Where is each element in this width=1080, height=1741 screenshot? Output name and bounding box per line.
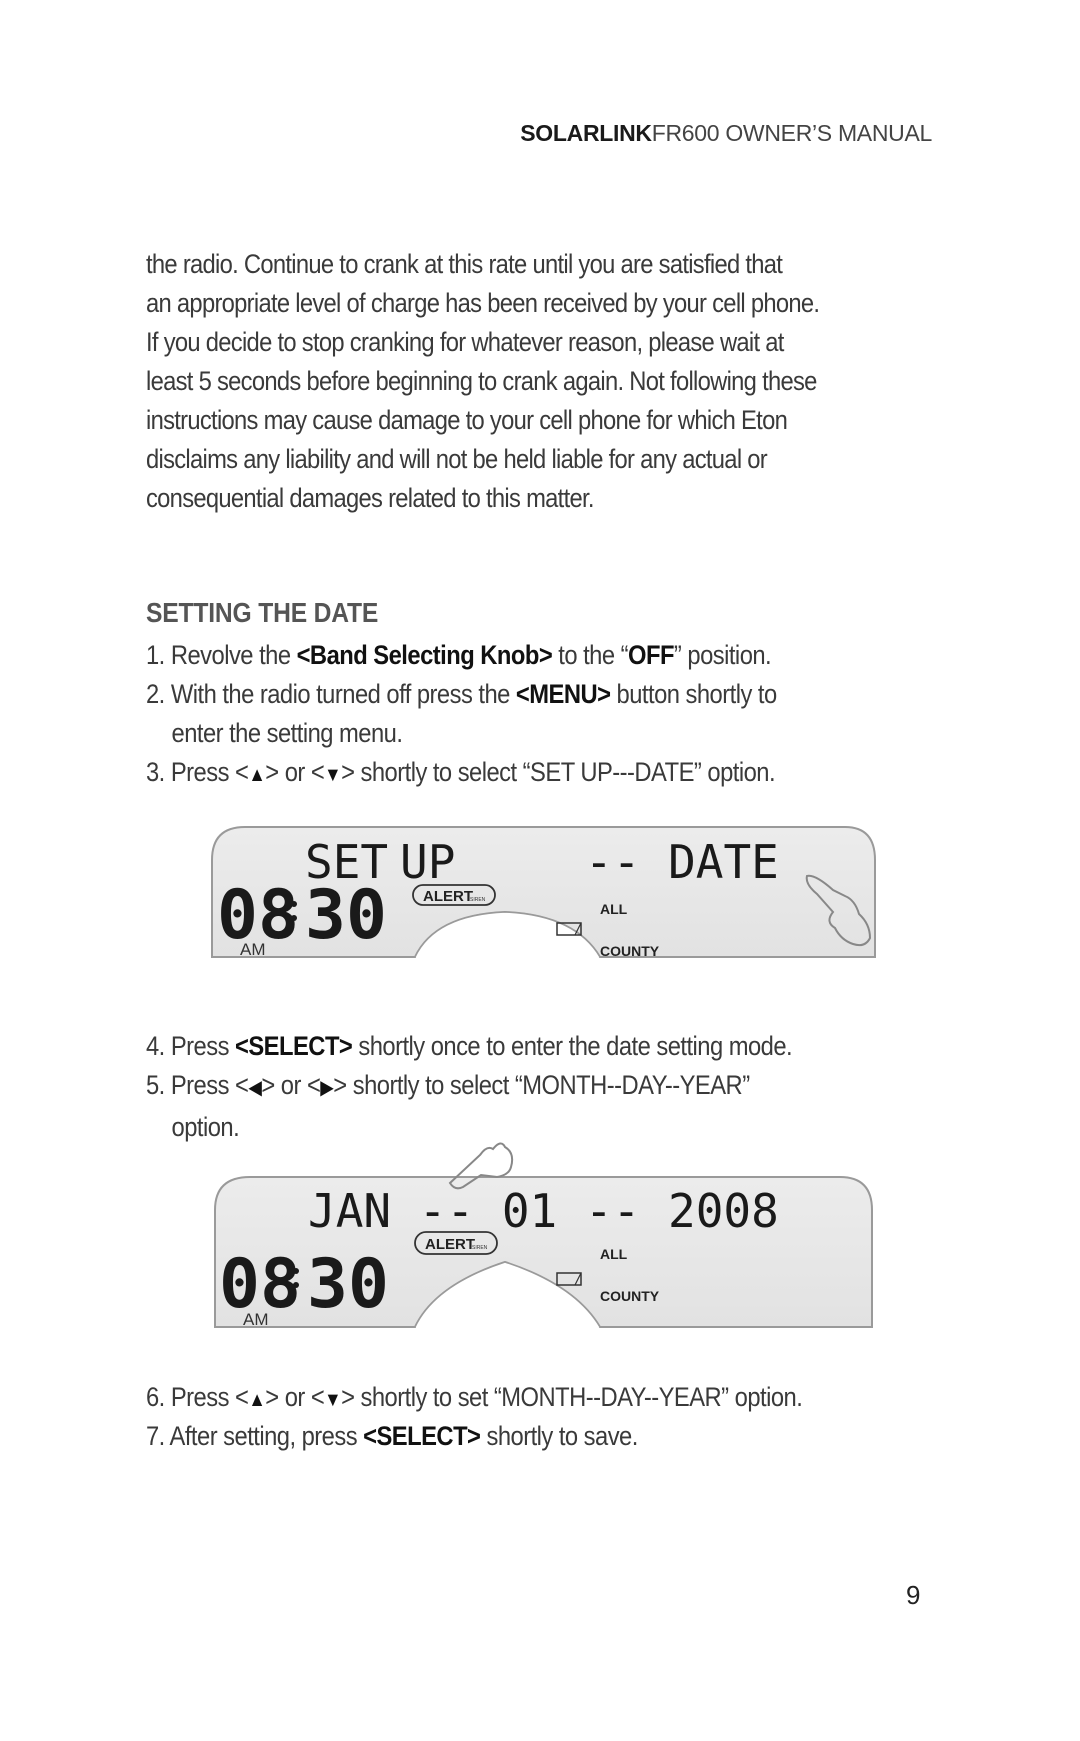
step-text-continued: enter the setting menu. xyxy=(171,718,403,748)
step-6: 6. Press <▲> or <▼> shortly to set “MONT… xyxy=(146,1378,803,1420)
control-name: <SELECT> xyxy=(235,1031,353,1061)
step-text: > shortly to select “SET UP---DATE” opti… xyxy=(341,757,776,787)
paragraph-line: least 5 seconds before beginning to cran… xyxy=(146,366,817,396)
alert-sub-label: SIREN xyxy=(472,1245,488,1251)
step-number: 7. xyxy=(146,1421,165,1451)
down-arrow-icon: ▼ xyxy=(324,1389,342,1411)
lcd-colon-dot xyxy=(291,901,297,907)
step-text: > shortly to select “MONTH--DAY--YEAR” xyxy=(333,1070,750,1100)
intro-paragraph: the radio. Continue to crank at this rat… xyxy=(146,245,986,518)
step-text: > or < xyxy=(261,1070,321,1100)
step-text: Press < xyxy=(170,1070,249,1100)
paragraph-line: disclaims any liability and will not be … xyxy=(146,444,768,474)
paragraph-line: instructions may cause damage to your ce… xyxy=(146,405,788,435)
control-name: OFF xyxy=(628,640,674,670)
step-text: shortly once to enter the date setting m… xyxy=(352,1031,793,1061)
paragraph-line: the radio. Continue to crank at this rat… xyxy=(146,249,783,279)
step-3: 3. Press <▲> or <▼> shortly to select “S… xyxy=(146,753,776,795)
alert-label: ALERT xyxy=(425,1236,475,1253)
step-text: > shortly to set “MONTH--DAY--YEAR” opti… xyxy=(341,1382,803,1412)
alert-sub-label: SIREN xyxy=(470,897,486,903)
step-text: ” position. xyxy=(673,640,772,670)
manual-title: FR600 OWNER’S MANUAL xyxy=(651,120,933,146)
up-arrow-icon: ▲ xyxy=(248,764,266,786)
alert-label: ALERT xyxy=(423,888,473,905)
lcd-minute: 30 xyxy=(305,876,387,955)
step-number: 2. xyxy=(146,679,165,709)
lcd-display-setup-date: SET UP -- DATE 08 30 AM ALERT SIREN ALL … xyxy=(211,826,876,959)
lcd-am-label: AM xyxy=(243,1310,269,1329)
step-text: Press < xyxy=(170,1382,249,1412)
step-text: After setting, press xyxy=(169,1421,364,1451)
paragraph-line: an appropriate level of charge has been … xyxy=(146,288,820,318)
step-4: 4. Press <SELECT> shortly once to enter … xyxy=(146,1027,793,1066)
step-text: Press < xyxy=(170,757,249,787)
lcd-top-right: -- DATE xyxy=(585,835,779,889)
step-1: 1. Revolve the <Band Selecting Knob> to … xyxy=(146,636,772,675)
lcd-label-all: ALL xyxy=(600,901,628,917)
step-text: > or < xyxy=(265,1382,325,1412)
paragraph-line: consequential damages related to this ma… xyxy=(146,483,594,513)
left-arrow-icon: ◀ xyxy=(248,1077,262,1099)
page-number: 9 xyxy=(906,1580,921,1610)
lcd-display-date: JAN -- 01 -- 2008 08 30 AM ALERT SIREN A… xyxy=(214,1142,873,1329)
lcd-colon-dot xyxy=(293,1282,299,1288)
right-arrow-icon: ▶ xyxy=(320,1077,334,1099)
step-2: 2. With the radio turned off press the <… xyxy=(146,675,777,753)
step-number: 1. xyxy=(146,640,165,670)
running-header: SOLARLINKFR600 OWNER’S MANUAL xyxy=(520,120,932,147)
step-number: 3. xyxy=(146,757,165,787)
step-7: 7. After setting, press <SELECT> shortly… xyxy=(146,1417,638,1456)
lcd-colon-dot xyxy=(293,1268,299,1274)
step-text: With the radio turned off press the xyxy=(170,679,516,709)
up-arrow-icon: ▲ xyxy=(248,1389,266,1411)
step-number: 6. xyxy=(146,1382,165,1412)
step-text: Press xyxy=(170,1031,236,1061)
step-text: shortly to save. xyxy=(480,1421,638,1451)
control-name: <MENU> xyxy=(515,679,611,709)
down-arrow-icon: ▼ xyxy=(324,764,342,786)
brand-name: SOLARLINK xyxy=(520,120,652,146)
section-heading: SETTING THE DATE xyxy=(146,597,379,628)
step-number: 5. xyxy=(146,1070,165,1100)
step-text: > or < xyxy=(265,757,325,787)
lcd-minute: 30 xyxy=(307,1245,389,1324)
control-name: <SELECT> xyxy=(363,1421,481,1451)
lcd-colon-dot xyxy=(291,915,297,921)
lcd-am-label: AM xyxy=(240,940,266,959)
control-name: <Band Selecting Knob> xyxy=(296,640,553,670)
lcd-date-line: JAN -- 01 -- 2008 xyxy=(308,1184,779,1238)
lcd-label-county: COUNTY xyxy=(600,1288,660,1304)
step-text: Revolve the xyxy=(170,640,297,670)
step-text: to the “ xyxy=(552,640,629,670)
lcd-top-mid: UP xyxy=(400,835,455,889)
lcd-label-all: ALL xyxy=(600,1246,628,1262)
step-text: button shortly to xyxy=(610,679,778,709)
step-number: 4. xyxy=(146,1031,165,1061)
lcd-label-county: COUNTY xyxy=(600,943,660,959)
paragraph-line: If you decide to stop cranking for whate… xyxy=(146,327,784,357)
